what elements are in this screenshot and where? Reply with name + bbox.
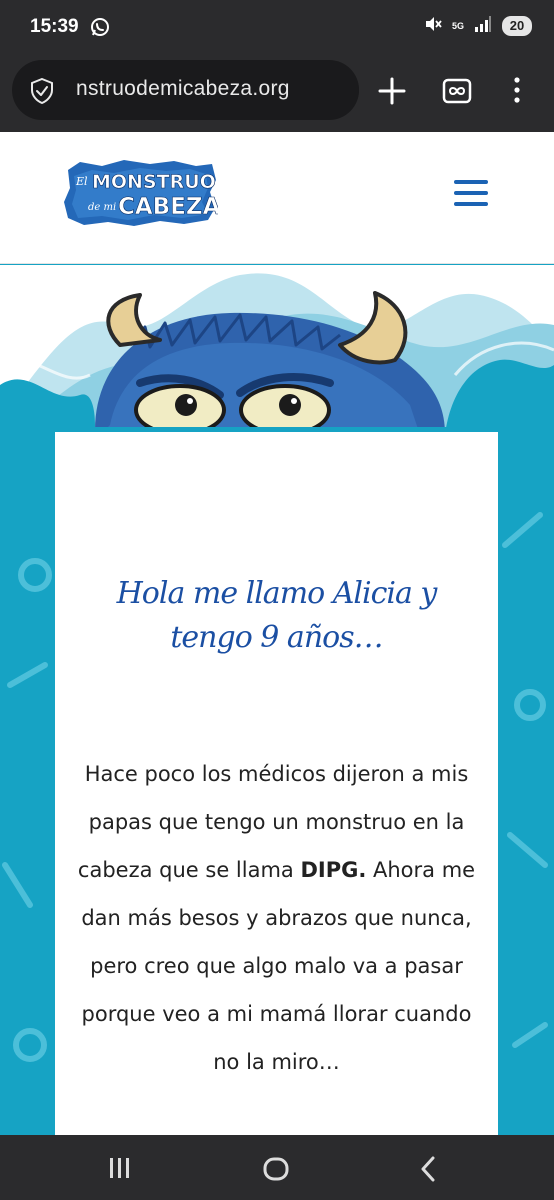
back-icon[interactable] xyxy=(420,1156,436,1186)
kebab-menu-icon[interactable] xyxy=(512,76,522,108)
svg-text:de mi: de mi xyxy=(88,202,116,213)
browser-toolbar: nstruodemicabeza.org xyxy=(0,56,554,132)
url-text[interactable]: nstruodemicabeza.org xyxy=(76,77,290,101)
address-bar[interactable]: nstruodemicabeza.org xyxy=(12,60,359,120)
story-title: Hola me llamo Alicia y tengo 9 años… xyxy=(116,576,438,655)
site-logo[interactable]: El MONSTRUO de mi CABEZA xyxy=(62,158,221,232)
status-indicators: 5G 20 xyxy=(424,15,532,37)
status-time: 15:39 xyxy=(30,16,79,37)
svg-text:MONSTRUO: MONSTRUO xyxy=(92,171,216,193)
story-text-part2: Ahora me dan más besos y abrazos que nun… xyxy=(81,858,476,1074)
system-nav-bar xyxy=(0,1135,554,1200)
url-fade xyxy=(333,60,359,120)
plus-icon[interactable] xyxy=(376,75,408,111)
signal-icon xyxy=(474,15,492,37)
recents-icon[interactable] xyxy=(108,1157,132,1183)
shield-icon[interactable] xyxy=(30,77,54,108)
status-bar: 15:39 5G 20 xyxy=(0,0,554,56)
monster-illustration xyxy=(95,291,445,436)
hamburger-icon[interactable] xyxy=(454,180,490,208)
network-type: 5G xyxy=(451,20,464,31)
svg-text:El: El xyxy=(75,175,88,188)
whatsapp-icon xyxy=(90,17,110,41)
svg-text:CABEZA: CABEZA xyxy=(118,194,218,220)
site-header: El MONSTRUO de mi CABEZA xyxy=(0,132,554,264)
story-text-bold: DIPG. xyxy=(300,858,367,882)
home-icon[interactable] xyxy=(263,1157,289,1185)
battery-indicator: 20 xyxy=(502,16,532,36)
infinity-icon[interactable] xyxy=(442,78,472,108)
story-card: Hola me llamo Alicia y tengo 9 años… Hac… xyxy=(55,432,498,1142)
story-body: Hace poco los médicos dijeron a mis papa… xyxy=(71,750,482,1086)
mute-icon xyxy=(424,15,442,37)
